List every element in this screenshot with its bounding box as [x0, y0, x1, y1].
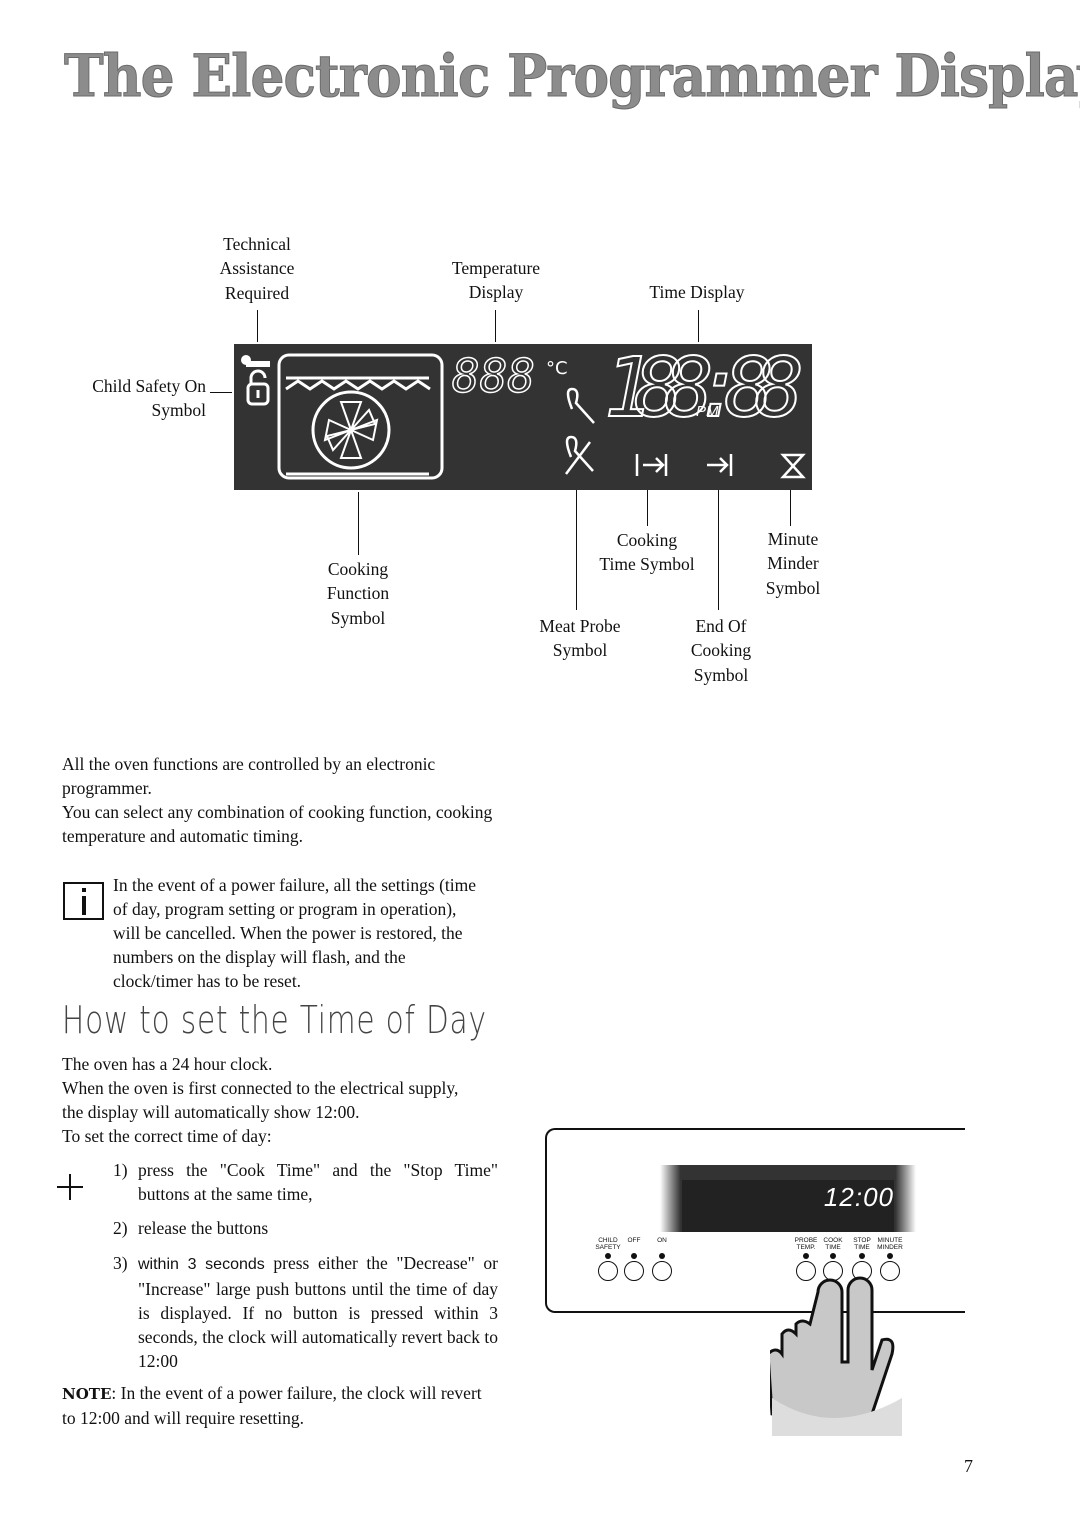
- panel-clock: 12:00: [823, 1182, 894, 1212]
- step-2: 2) release the buttons: [113, 1216, 498, 1240]
- push-button[interactable]: [624, 1261, 644, 1281]
- label-cooking-time: Cooking Time Symbol: [577, 528, 717, 577]
- hand-illustration: [770, 1276, 902, 1436]
- callout-line: [698, 310, 700, 342]
- panel-button-label: ON: [657, 1237, 667, 1244]
- step-number: 1): [113, 1160, 128, 1180]
- label-line: Minder: [767, 553, 819, 574]
- step-text: release the buttons: [138, 1218, 269, 1238]
- intro-text: All the oven functions are controlled by…: [62, 752, 502, 848]
- label-line: Cooking: [616, 530, 678, 550]
- step-text: press the "Cook Time" and the "Stop Time…: [138, 1160, 498, 1204]
- callout-line: [718, 490, 720, 610]
- label-line: Symbol: [151, 400, 206, 421]
- label-line: Time Symbol: [599, 554, 695, 575]
- page-number: 7: [964, 1456, 973, 1476]
- panel-display: 12:00: [660, 1165, 916, 1232]
- label-line: Assistance: [219, 258, 295, 279]
- plus-icon: [57, 1174, 83, 1200]
- step-number: 2): [113, 1218, 128, 1238]
- paragraph: To set the correct time of day:: [62, 1126, 272, 1146]
- label-line: Function: [326, 583, 390, 604]
- info-icon: [63, 882, 104, 920]
- panel-button-right-3[interactable]: MINUTE MINDER: [873, 1237, 907, 1281]
- section-text: The oven has a 24 hour clock. When the o…: [62, 1052, 472, 1148]
- paragraph: The oven has a 24 hour clock.: [62, 1054, 273, 1074]
- callout-line: [790, 490, 792, 526]
- label-minute-minder: Minute Minder Symbol: [743, 527, 843, 600]
- callout-line: [495, 310, 497, 342]
- push-button[interactable]: [598, 1261, 618, 1281]
- indicator-led: [859, 1253, 865, 1259]
- panel-button-label: MINUTE MINDER: [877, 1237, 903, 1251]
- step-emphasis: within 3 seconds: [138, 1256, 265, 1273]
- label-line: End Of: [695, 616, 747, 636]
- label-end-of-cooking: End Of Cooking Symbol: [671, 614, 771, 687]
- indicator-led: [830, 1253, 836, 1259]
- callout-line: [210, 392, 232, 394]
- label-time-display: Time Display: [649, 282, 745, 302]
- label-line: Technical: [223, 234, 291, 254]
- label-line: Required: [224, 282, 290, 303]
- indicator-led: [887, 1253, 893, 1259]
- label-cooking-function: Cooking Function Symbol: [298, 557, 418, 630]
- callout-line: [647, 490, 649, 526]
- label-line: Display: [468, 282, 524, 303]
- push-button[interactable]: [652, 1261, 672, 1281]
- indicator-led: [803, 1253, 809, 1259]
- pm-indicator: PM: [696, 403, 719, 420]
- label-line: Child Safety On: [92, 376, 206, 396]
- label-child-safety: Child Safety On Symbol: [60, 374, 206, 423]
- info-note: In the event of a power failure, all the…: [113, 875, 476, 991]
- label-technical-assistance: Technical Assistance Required: [197, 232, 317, 305]
- time-digits: 188:88: [604, 344, 804, 436]
- page-title: The Electronic Programmer Display: [64, 42, 1080, 111]
- step-3: 3) within 3 seconds press either the "Dec…: [113, 1251, 498, 1373]
- label-line: Symbol: [765, 577, 821, 598]
- temperature-digits: 888: [452, 349, 535, 403]
- label-line: Minute: [767, 529, 819, 549]
- indicator-led: [605, 1253, 611, 1259]
- label-line: Cooking: [327, 559, 389, 579]
- section-title: How to set the Time of Day: [62, 998, 487, 1042]
- step-number: 3): [113, 1253, 128, 1273]
- label-line: Meat Probe: [539, 616, 621, 636]
- note-label: NOTE: [62, 1385, 112, 1403]
- note: NOTE: In the event of a power failure, t…: [62, 1381, 497, 1430]
- label-line: Symbol: [330, 607, 386, 628]
- programmer-display: 888 °C 188:88 PM: [234, 344, 812, 490]
- paragraph: You can select any combination of cookin…: [62, 802, 493, 846]
- label-meat-probe: Meat Probe Symbol: [520, 614, 640, 663]
- callout-line: [257, 310, 259, 342]
- label-line: Temperature: [451, 258, 541, 278]
- paragraph: When the oven is first connected to the …: [62, 1078, 459, 1122]
- label-line: Cooking: [690, 640, 752, 661]
- label-line: Symbol: [693, 664, 749, 685]
- label-line: Symbol: [552, 640, 608, 661]
- label-temperature-display: Temperature Display: [426, 256, 566, 305]
- callout-line: [358, 492, 360, 555]
- paragraph: All the oven functions are controlled by…: [62, 754, 436, 798]
- panel-button-left-2[interactable]: ON: [645, 1237, 679, 1281]
- celsius-icon: °C: [546, 358, 568, 379]
- note-text: : In the event of a power failure, the c…: [62, 1383, 482, 1428]
- indicator-led: [659, 1253, 665, 1259]
- indicator-led: [631, 1253, 637, 1259]
- step-1: 1) press the "Cook Time" and the "Stop Ti…: [113, 1158, 498, 1206]
